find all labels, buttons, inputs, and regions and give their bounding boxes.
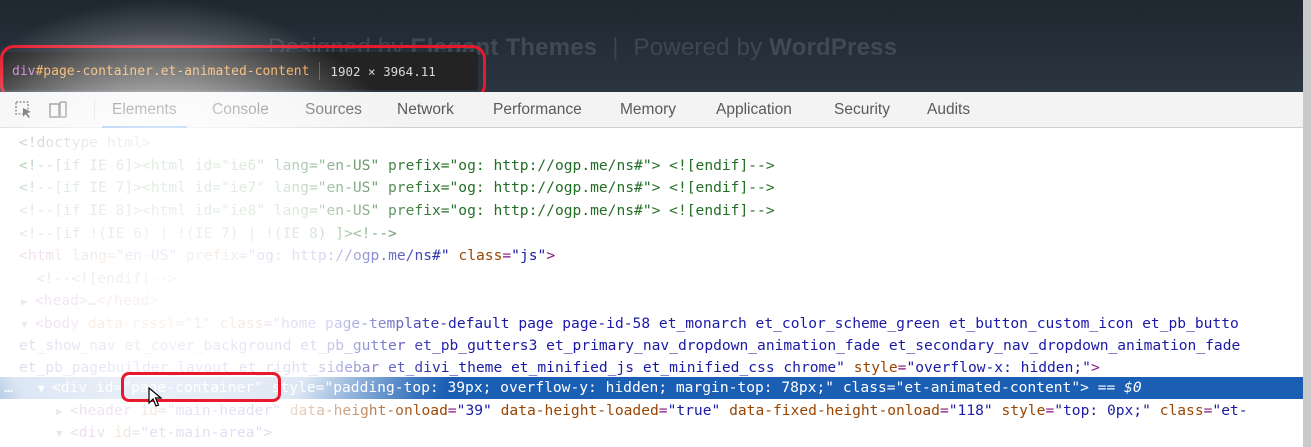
selected-node-marker: == $0 [1097, 379, 1142, 396]
tree-line-body-class-cont1[interactable]: et_show_nav et_cover_background et_pb_gu… [19, 335, 1240, 357]
tab-console[interactable]: Console [212, 92, 269, 128]
inspect-element-icon[interactable] [14, 100, 34, 120]
vertical-scrollbar[interactable] [1303, 0, 1311, 447]
tree-line-comment-ie8[interactable]: <!--[if IE 8]><html id="ie8" lang="en-US… [19, 200, 775, 222]
tree-line-et-main-area[interactable]: ▼ <div id="et-main-area"> [56, 422, 272, 444]
collapse-arrow-icon[interactable]: ▼ [38, 378, 52, 400]
toolbar-separator [94, 100, 95, 120]
mouse-cursor-icon [148, 387, 162, 407]
id-highlight-annotation [121, 372, 281, 402]
collapse-arrow-icon[interactable]: ▼ [56, 423, 70, 445]
tree-line-main-header[interactable]: ▶ <header id="main-header" data-height-on… [56, 400, 1248, 422]
tab-application[interactable]: Application [716, 92, 792, 128]
collapse-arrow-icon[interactable]: ▼ [21, 314, 35, 336]
tab-elements[interactable]: Elements [102, 92, 187, 128]
tooltip-highlight-annotation [0, 45, 486, 99]
tab-security[interactable]: Security [834, 92, 890, 128]
tree-line-head[interactable]: ▶ <head>…</head> [21, 290, 158, 312]
tree-line-html[interactable]: <html lang="en-US" prefix="og: http://og… [19, 245, 555, 267]
footer-separator: | [612, 34, 619, 61]
tree-line-body[interactable]: ▼ <body data-rsssl="1" class="home page-t… [21, 313, 1239, 335]
tree-line-doctype[interactable]: <!doctype html> [19, 132, 151, 154]
expand-arrow-icon[interactable]: ▶ [56, 401, 70, 423]
tab-sources[interactable]: Sources [305, 92, 362, 128]
expand-arrow-icon[interactable]: ▶ [21, 291, 35, 313]
tree-line-comment-not-ie[interactable]: <!--[if !(IE 6) | !(IE 7) | !(IE 8) ]><!… [19, 223, 397, 245]
tree-line-comment-ie6[interactable]: <!--[if IE 6]><html id="ie6" lang="en-US… [19, 155, 775, 177]
tab-network[interactable]: Network [397, 92, 454, 128]
devtools-toolbar: Elements Console Sources Network Perform… [0, 92, 1311, 128]
tab-audits[interactable]: Audits [927, 92, 970, 128]
tree-line-comment-endif[interactable]: <!--<![endif]--> [36, 268, 177, 290]
device-toolbar-icon[interactable] [48, 100, 68, 120]
tree-line-comment-ie7[interactable]: <!--[if IE 7]><html id="ie7" lang="en-US… [19, 177, 775, 199]
tab-performance[interactable]: Performance [493, 92, 582, 128]
footer-powered: Powered by [633, 34, 763, 61]
tab-memory[interactable]: Memory [620, 92, 676, 128]
footer-platform: WordPress [769, 34, 898, 61]
